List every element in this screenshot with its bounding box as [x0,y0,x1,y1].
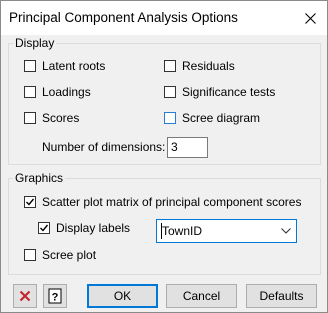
chevron-down-icon[interactable] [281,228,291,234]
scatter-matrix-box[interactable] [24,196,36,208]
defaults-label: Defaults [259,289,304,303]
display-labels-checkbox[interactable]: Display labels [38,221,130,235]
defaults-button[interactable]: Defaults [246,284,317,308]
labels-dropdown[interactable]: TownID [156,219,297,243]
graphics-group-label: Graphics [13,171,66,185]
ok-label: OK [113,289,132,303]
scores-checkbox[interactable]: Scores [24,111,79,125]
svg-text:?: ? [52,292,59,304]
scree-plot-box[interactable] [24,249,36,261]
scores-label: Scores [42,111,80,125]
checkmark-icon [26,198,35,206]
cancel-button[interactable]: Cancel [166,284,237,308]
labels-dropdown-value: TownID [162,224,203,238]
red-x-icon [19,290,31,302]
num-dimensions-input[interactable]: 3 [167,137,208,158]
scree-diagram-label: Scree diagram [182,111,261,125]
scree-diagram-box[interactable] [164,112,176,124]
latent-roots-box[interactable] [24,60,36,72]
scatter-matrix-checkbox[interactable]: Scatter plot matrix of principal compone… [24,195,301,209]
scores-box[interactable] [24,112,36,124]
num-dimensions-label: Number of dimensions: [42,140,166,154]
window-title: Principal Component Analysis Options [9,10,238,25]
loadings-checkbox[interactable]: Loadings [24,85,91,99]
ok-button[interactable]: OK [87,284,158,308]
significance-tests-label: Significance tests [182,85,276,99]
significance-tests-box[interactable] [164,86,176,98]
scree-diagram-checkbox[interactable]: Scree diagram [164,111,260,125]
latent-roots-checkbox[interactable]: Latent roots [24,59,105,73]
display-group-label: Display [13,36,57,50]
significance-tests-checkbox[interactable]: Significance tests [164,85,275,99]
display-labels-box[interactable] [38,222,50,234]
scree-plot-label: Scree plot [42,248,97,262]
loadings-box[interactable] [24,86,36,98]
latent-roots-label: Latent roots [42,59,106,73]
question-mark-icon: ? [48,288,62,304]
loadings-label: Loadings [42,85,91,99]
help-button[interactable]: ? [43,284,67,308]
dialog-window: Principal Component Analysis Options Dis… [0,0,328,313]
title-bar: Principal Component Analysis Options [1,1,327,35]
residuals-label: Residuals [182,59,235,73]
close-icon [304,12,316,24]
scatter-matrix-label: Scatter plot matrix of principal compone… [42,195,302,209]
cancel-label: Cancel [182,289,221,303]
display-labels-label: Display labels [56,221,131,235]
close-button[interactable] [293,1,327,35]
checkmark-icon [40,224,49,232]
residuals-box[interactable] [164,60,176,72]
clear-button[interactable] [13,284,37,308]
scree-plot-checkbox[interactable]: Scree plot [24,248,96,262]
num-dimensions-value: 3 [171,140,178,154]
residuals-checkbox[interactable]: Residuals [164,59,235,73]
